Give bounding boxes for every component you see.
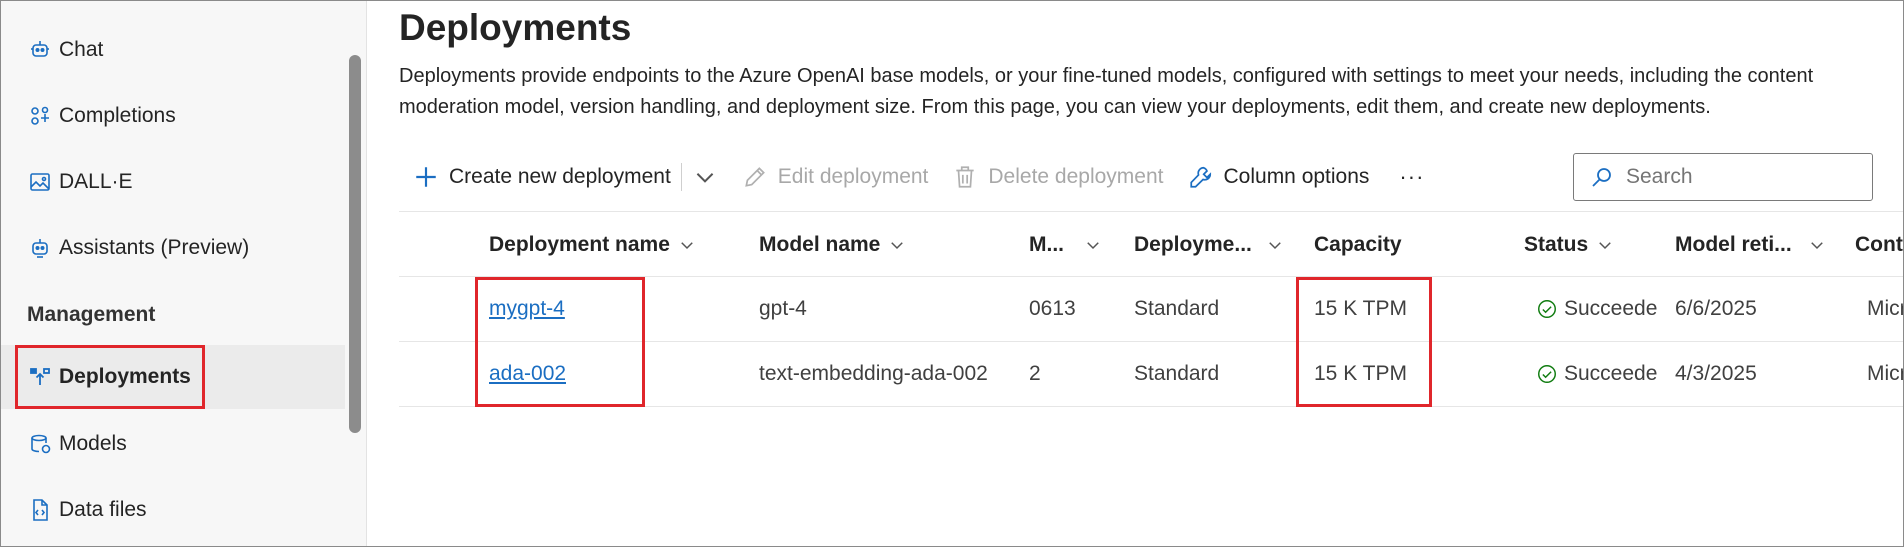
sidebar-item-label: Assistants (Preview)	[59, 236, 250, 259]
content-filter-cell: Micro	[1867, 297, 1903, 320]
model-name-cell: text-embedding-ada-002	[759, 362, 988, 385]
trash-icon	[956, 166, 975, 188]
sidebar-item-completions[interactable]: Completions	[1, 84, 345, 148]
deployment-name-link[interactable]: mygpt-4	[489, 277, 565, 341]
delete-deployment-button[interactable]: Delete deployment	[952, 154, 1164, 200]
column-header-status[interactable]: Status	[1524, 213, 1614, 276]
column-header-capacity[interactable]: Capacity	[1314, 213, 1402, 276]
content-filter-cell: Micro	[1867, 362, 1903, 385]
table-header-row: Deployment name Model name M... Deployme…	[399, 213, 1903, 277]
search-box[interactable]	[1573, 153, 1873, 201]
sidebar-item-label: Deployments	[59, 365, 191, 388]
toolbar-divider-line	[399, 211, 1903, 212]
model-retirement-cell: 4/3/2025	[1675, 362, 1757, 385]
sidebar-item-label: Completions	[59, 104, 176, 127]
table-row[interactable]: mygpt-4 gpt-4 0613 Standard 15 K TPM Suc…	[399, 277, 1903, 342]
delete-deployment-label: Delete deployment	[988, 165, 1164, 188]
column-header-deployment-type[interactable]: Deployme...	[1134, 213, 1284, 276]
success-check-icon	[1538, 300, 1556, 318]
column-header-model-retirement[interactable]: Model reti...	[1675, 213, 1826, 276]
edit-deployment-label: Edit deployment	[777, 165, 929, 188]
capacity-cell: 15 K TPM	[1314, 297, 1407, 320]
search-input[interactable]	[1626, 165, 1846, 189]
main-content: Deployments Deployments provide endpoint…	[369, 1, 1903, 546]
models-icon	[27, 431, 53, 457]
toolbar-divider	[680, 163, 682, 191]
sidebar-item-data-files[interactable]: Data files	[1, 478, 345, 542]
chevron-down-icon	[696, 173, 714, 183]
model-retirement-cell: 6/6/2025	[1675, 297, 1757, 320]
pencil-icon	[745, 167, 765, 187]
column-header-model-version[interactable]: M...	[1029, 213, 1109, 276]
command-toolbar: Create new deployment Edit deployment De…	[413, 154, 1424, 200]
status-cell: Succeede	[1536, 342, 1674, 406]
column-header-deployment-name[interactable]: Deployment name	[489, 213, 696, 276]
edit-deployment-button[interactable]: Edit deployment	[742, 154, 929, 200]
status-cell: Succeede	[1536, 277, 1674, 341]
chevron-down-icon	[1599, 241, 1611, 249]
deployment-name-link[interactable]: ada-002	[489, 342, 566, 406]
plus-icon	[416, 167, 436, 187]
sidebar-item-label: DALL·E	[59, 170, 133, 193]
sidebar-item-chat[interactable]: Chat	[1, 18, 345, 82]
deployment-type-cell: Standard	[1134, 297, 1220, 320]
chat-bot-icon	[27, 37, 53, 63]
wrench-icon	[1189, 166, 1211, 188]
page-title: Deployments	[399, 7, 632, 48]
model-name-cell: gpt-4	[759, 297, 807, 320]
model-version-cell: 0613	[1029, 297, 1076, 320]
assistant-bot-icon	[27, 235, 53, 261]
sidebar: Chat Completions DALL·E Assistants (Prev…	[1, 1, 367, 546]
chevron-down-icon	[681, 241, 693, 249]
success-check-icon	[1538, 365, 1556, 383]
search-icon	[1592, 168, 1611, 187]
sidebar-item-label: Chat	[59, 38, 104, 61]
table-row[interactable]: ada-002 text-embedding-ada-002 2 Standar…	[399, 342, 1903, 407]
column-options-button[interactable]: Column options	[1188, 154, 1370, 200]
create-deployment-label: Create new deployment	[449, 165, 671, 188]
sidebar-item-dalle[interactable]: DALL·E	[1, 150, 345, 214]
column-header-content-filter[interactable]: Conte	[1855, 213, 1903, 276]
data-file-icon	[27, 497, 53, 523]
chevron-down-icon	[1269, 241, 1281, 249]
image-icon	[27, 169, 53, 195]
sidebar-item-assistants[interactable]: Assistants (Preview)	[1, 216, 345, 280]
sidebar-item-deployments[interactable]: Deployments	[1, 345, 345, 409]
deployments-icon	[27, 364, 53, 390]
column-header-model-name[interactable]: Model name	[759, 213, 906, 276]
page-description: Deployments provide endpoints to the Azu…	[399, 65, 1814, 118]
more-icon: ···	[1399, 164, 1425, 189]
app-window: Chat Completions DALL·E Assistants (Prev…	[0, 0, 1904, 547]
more-options-button[interactable]: ···	[1399, 154, 1424, 200]
sidebar-item-label: Data files	[59, 498, 147, 521]
capacity-cell: 15 K TPM	[1314, 362, 1407, 385]
sidebar-item-label: Models	[59, 432, 127, 455]
chevron-down-icon	[891, 241, 904, 249]
completions-icon	[27, 103, 53, 129]
chevron-down-icon	[1087, 241, 1099, 249]
sidebar-item-models[interactable]: Models	[1, 412, 345, 476]
model-version-cell: 2	[1029, 362, 1041, 385]
create-deployment-dropdown[interactable]	[692, 154, 742, 200]
section-label-management: Management	[27, 303, 156, 326]
sidebar-scrollbar[interactable]	[349, 55, 361, 433]
deployment-type-cell: Standard	[1134, 362, 1220, 385]
create-deployment-button[interactable]: Create new deployment	[413, 154, 671, 200]
chevron-down-icon	[1810, 241, 1823, 249]
column-options-label: Column options	[1223, 165, 1370, 188]
